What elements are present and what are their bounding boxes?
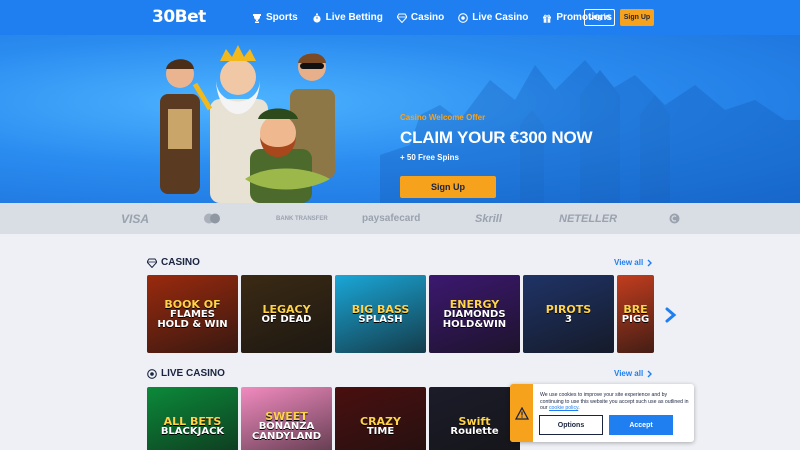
game-tile[interactable]: BRE PIGG [617, 275, 654, 353]
warning-icon [514, 406, 529, 420]
chevron-right-icon [647, 259, 653, 266]
visa-logo: VISA [121, 211, 150, 226]
live-casino-section-title: LIVE CASINO [147, 368, 225, 379]
crypto-icon [669, 213, 680, 224]
warning-icon-panel [510, 384, 533, 442]
cookie-options-button[interactable]: Options [539, 415, 603, 435]
game-title-line: DIAMONDS [443, 308, 506, 320]
game-tile-title: BIG BASS SPLASH [352, 304, 410, 325]
offer-title: CLAIM YOUR €300 NOW [400, 128, 593, 147]
carousel-next-arrow[interactable] [664, 307, 678, 323]
game-tile[interactable]: ALL BETS BLACKJACK [147, 387, 238, 450]
game-tile-title: ALL BETS BLACKJACK [161, 416, 224, 437]
game-title-line: SPLASH [358, 313, 403, 325]
section-title-text: CASINO [161, 257, 200, 268]
game-tile-title: Swift Roulette [450, 416, 498, 437]
casino-view-all-link[interactable]: View all [614, 258, 653, 267]
mastercard-icon [204, 213, 220, 224]
brand-logo[interactable]: 30Bet [152, 7, 206, 27]
paysafecard-logo: paysafecard [362, 213, 421, 224]
crypto-logo [669, 203, 680, 234]
game-title-line: BRE [623, 302, 648, 316]
login-button[interactable]: Log in [584, 9, 615, 26]
game-title-line: Roulette [450, 425, 499, 437]
view-all-label: View all [614, 369, 644, 378]
game-title-line: ALL BETS [163, 414, 222, 428]
mastercard-logo [203, 203, 221, 234]
game-title-line: HOLD&WIN [442, 318, 507, 330]
game-title-line: PIGG [621, 313, 650, 325]
offer-subtitle: + 50 Free Spins [400, 153, 459, 162]
hero-banner: Casino Welcome Offer CLAIM YOUR €300 NOW… [0, 35, 800, 203]
game-title-line: TIME [366, 425, 395, 437]
payment-methods-strip: VISA BANK TRANSFER paysafecard Skrill NE… [0, 203, 800, 234]
nav-label: Live Betting [325, 12, 383, 23]
casino-section-title: CASINO [147, 257, 200, 268]
game-tile[interactable]: CRAZY TIME [335, 387, 426, 450]
diamond-icon [396, 13, 407, 23]
nav-label: Casino [410, 12, 445, 23]
game-tile-title: BOOK OF FLAMES HOLD & WIN [157, 299, 227, 330]
game-title-line: SWEET [265, 409, 308, 423]
diamond-icon [147, 258, 157, 268]
game-tile[interactable]: ENERGY DIAMONDS HOLD&WIN [429, 275, 520, 353]
game-tile-title: PIROTS 3 [546, 304, 591, 325]
top-navbar: 30Bet Sports Live Betting Casino Live Ca… [0, 0, 800, 35]
cookie-message: We use cookies to improve your site expe… [540, 392, 690, 412]
bank-transfer-label: BANK TRANSFER [276, 215, 328, 222]
game-tile-title: ENERGY DIAMONDS HOLD&WIN [443, 299, 506, 330]
game-title-line: Swift [458, 414, 491, 428]
game-title-line: CANDYLAND [251, 430, 322, 442]
signup-button[interactable]: Sign Up [620, 9, 654, 26]
main-nav: Sports Live Betting Casino Live Casino P… [252, 0, 612, 35]
game-title-line: LEGACY [262, 302, 311, 316]
game-title-line: ENERGY [449, 297, 500, 311]
trophy-icon [253, 13, 261, 23]
game-tile[interactable]: BIG BASS SPLASH [335, 275, 426, 353]
section-title-text: LIVE CASINO [161, 368, 225, 379]
game-title-line: BONANZA [258, 420, 315, 432]
game-tile[interactable]: Swift Roulette [429, 387, 520, 450]
nav-item-live-casino[interactable]: Live Casino [458, 12, 528, 23]
game-title-line: OF DEAD [261, 313, 312, 325]
cookie-message-period: . [578, 405, 580, 411]
neteller-logo: NETELLER [559, 212, 618, 225]
nav-label: Live Casino [472, 12, 529, 23]
game-title-line: 3 [565, 313, 572, 325]
cookie-consent-banner: We use cookies to improve your site expe… [510, 384, 694, 442]
nav-label: Sports [266, 12, 298, 23]
game-title-line: BLACKJACK [160, 425, 225, 437]
chip-icon [147, 368, 157, 379]
game-tile-title: BRE PIGG [622, 304, 649, 325]
game-tile-title: SWEET BONANZA CANDYLAND [252, 411, 321, 442]
hero-characters-illustration [160, 45, 335, 203]
stopwatch-icon [313, 13, 321, 23]
game-tile-title: CRAZY TIME [360, 416, 401, 437]
view-all-label: View all [614, 258, 644, 267]
game-title-line: BOOK OF [164, 297, 221, 311]
hero-signup-button[interactable]: Sign Up [400, 176, 496, 198]
bank-transfer-logo: BANK TRANSFER [276, 203, 328, 234]
game-tile[interactable]: SWEET BONANZA CANDYLAND [241, 387, 332, 450]
game-tile[interactable]: PIROTS 3 [523, 275, 614, 353]
game-title-line: PIROTS [545, 302, 592, 316]
nav-item-casino[interactable]: Casino [396, 12, 445, 23]
game-title-line: BIG BASS [351, 302, 410, 316]
game-title-line: HOLD & WIN [157, 318, 228, 330]
game-title-line: FLAMES [170, 308, 215, 320]
game-tile[interactable]: BOOK OF FLAMES HOLD & WIN [147, 275, 238, 353]
chip-icon [458, 12, 469, 23]
live-casino-view-all-link[interactable]: View all [614, 369, 653, 378]
offer-kicker: Casino Welcome Offer [400, 113, 486, 122]
skrill-logo: Skrill [475, 212, 502, 225]
chevron-right-icon [647, 370, 653, 377]
game-tile[interactable]: LEGACY OF DEAD [241, 275, 332, 353]
nav-item-live-betting[interactable]: Live Betting [312, 12, 383, 23]
game-title-line: CRAZY [360, 414, 401, 428]
nav-item-sports[interactable]: Sports [252, 12, 298, 23]
game-tile-title: LEGACY OF DEAD [262, 304, 312, 325]
cookie-accept-button[interactable]: Accept [609, 415, 673, 435]
gift-icon [543, 14, 552, 23]
cookie-policy-link[interactable]: cookie policy [549, 405, 578, 411]
